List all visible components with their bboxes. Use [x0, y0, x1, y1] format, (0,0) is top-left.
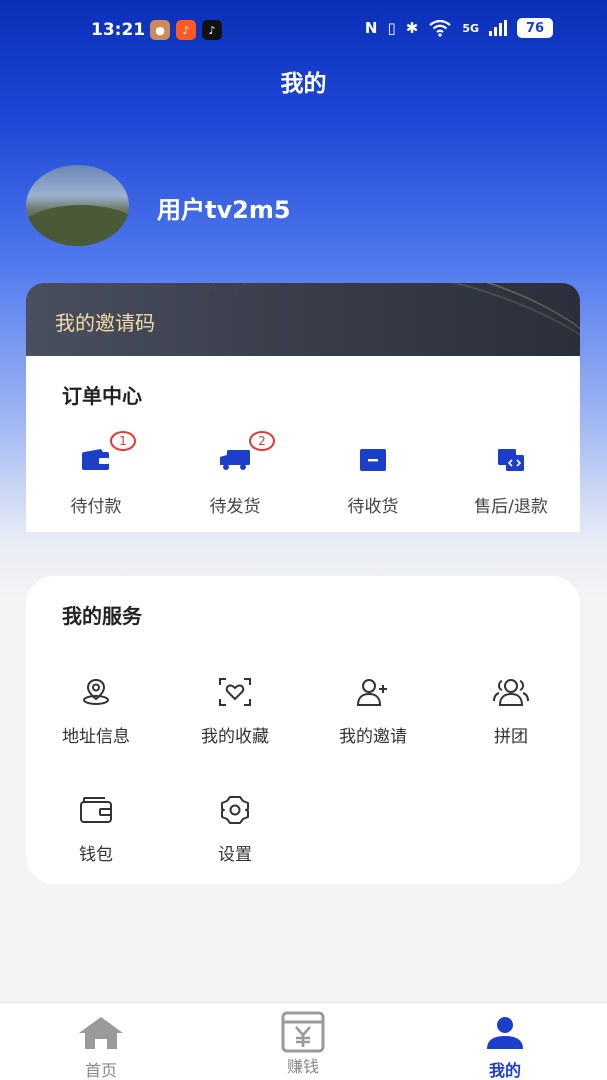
badge-count: 1	[110, 431, 136, 451]
group-icon	[493, 679, 529, 706]
status-time: 13:21	[91, 20, 146, 40]
tiktok-notification-icon: ♪	[202, 20, 222, 40]
tab-mine[interactable]: 我的	[455, 1015, 555, 1080]
invite-code-banner[interactable]: 我的邀请码	[26, 283, 580, 357]
invite-code-label: 我的邀请码	[55, 311, 155, 335]
tab-label: 我的	[488, 1061, 521, 1080]
service-favorites[interactable]: 我的收藏	[175, 672, 295, 747]
app-notification-icon: ♪	[176, 20, 196, 40]
order-item-label: 待发货	[209, 497, 261, 517]
service-label: 我的邀请	[339, 727, 407, 747]
add-user-icon	[356, 679, 387, 706]
tab-label: 赚钱	[286, 1057, 319, 1076]
wallet-outline-icon	[80, 797, 112, 823]
home-icon	[79, 1017, 123, 1049]
page-title: 我的	[280, 71, 327, 97]
order-pending-shipment[interactable]: 2 待发货	[175, 431, 295, 517]
bottom-tab-bar: 首页 赚钱 我的	[0, 1002, 607, 1080]
service-label: 地址信息	[62, 727, 130, 747]
yen-icon	[281, 1011, 325, 1053]
service-wallet[interactable]: 钱包	[36, 790, 156, 865]
order-item-label: 待付款	[70, 497, 122, 517]
vibrate-icon: ▯	[387, 19, 396, 37]
order-center-title: 订单中心	[62, 384, 142, 408]
service-group-buy[interactable]: 拼团	[451, 672, 571, 747]
order-after-sales[interactable]: 售后/退款	[451, 440, 571, 517]
network-type: 5G	[462, 21, 479, 35]
badge-count: 2	[249, 431, 275, 451]
tab-label: 首页	[84, 1061, 117, 1080]
wifi-icon	[429, 19, 451, 37]
services-title: 我的服务	[62, 604, 142, 628]
username[interactable]: 用户tv2m5	[157, 190, 291, 225]
service-label: 设置	[218, 845, 252, 865]
gear-icon	[221, 796, 249, 824]
service-label: 拼团	[494, 727, 528, 747]
tab-home[interactable]: 首页	[51, 1015, 151, 1080]
service-invitations[interactable]: 我的邀请	[313, 672, 433, 747]
order-item-label: 待收货	[347, 497, 399, 517]
service-settings[interactable]: 设置	[175, 790, 295, 865]
order-item-label: 售后/退款	[474, 497, 548, 517]
person-icon	[487, 1017, 523, 1049]
status-app-icons: ● ♪ ♪	[150, 20, 222, 40]
order-pending-receipt[interactable]: 待收货	[313, 440, 433, 517]
location-icon	[83, 678, 109, 705]
status-bar: 13:21 ● ♪ ♪ N ▯ ✱ 5G 76	[0, 0, 607, 60]
refund-icon	[498, 449, 524, 471]
signal-icon	[489, 20, 507, 36]
order-pending-payment[interactable]: 1 待付款	[36, 431, 156, 517]
service-label: 我的收藏	[201, 727, 269, 747]
app-notification-icon: ●	[150, 20, 170, 40]
service-address[interactable]: 地址信息	[36, 672, 156, 747]
service-label: 钱包	[79, 845, 113, 865]
avatar[interactable]	[26, 165, 129, 246]
wallet-icon	[82, 449, 109, 470]
status-indicators: N ▯ ✱ 5G 76	[365, 18, 553, 38]
favorite-icon	[219, 678, 251, 706]
battery-indicator: 76	[517, 18, 553, 38]
box-icon	[360, 449, 386, 471]
tab-earn[interactable]: 赚钱	[253, 1011, 353, 1077]
bluetooth-icon: ✱	[405, 19, 419, 37]
nfc-icon: N	[364, 19, 378, 37]
truck-icon	[220, 450, 250, 470]
